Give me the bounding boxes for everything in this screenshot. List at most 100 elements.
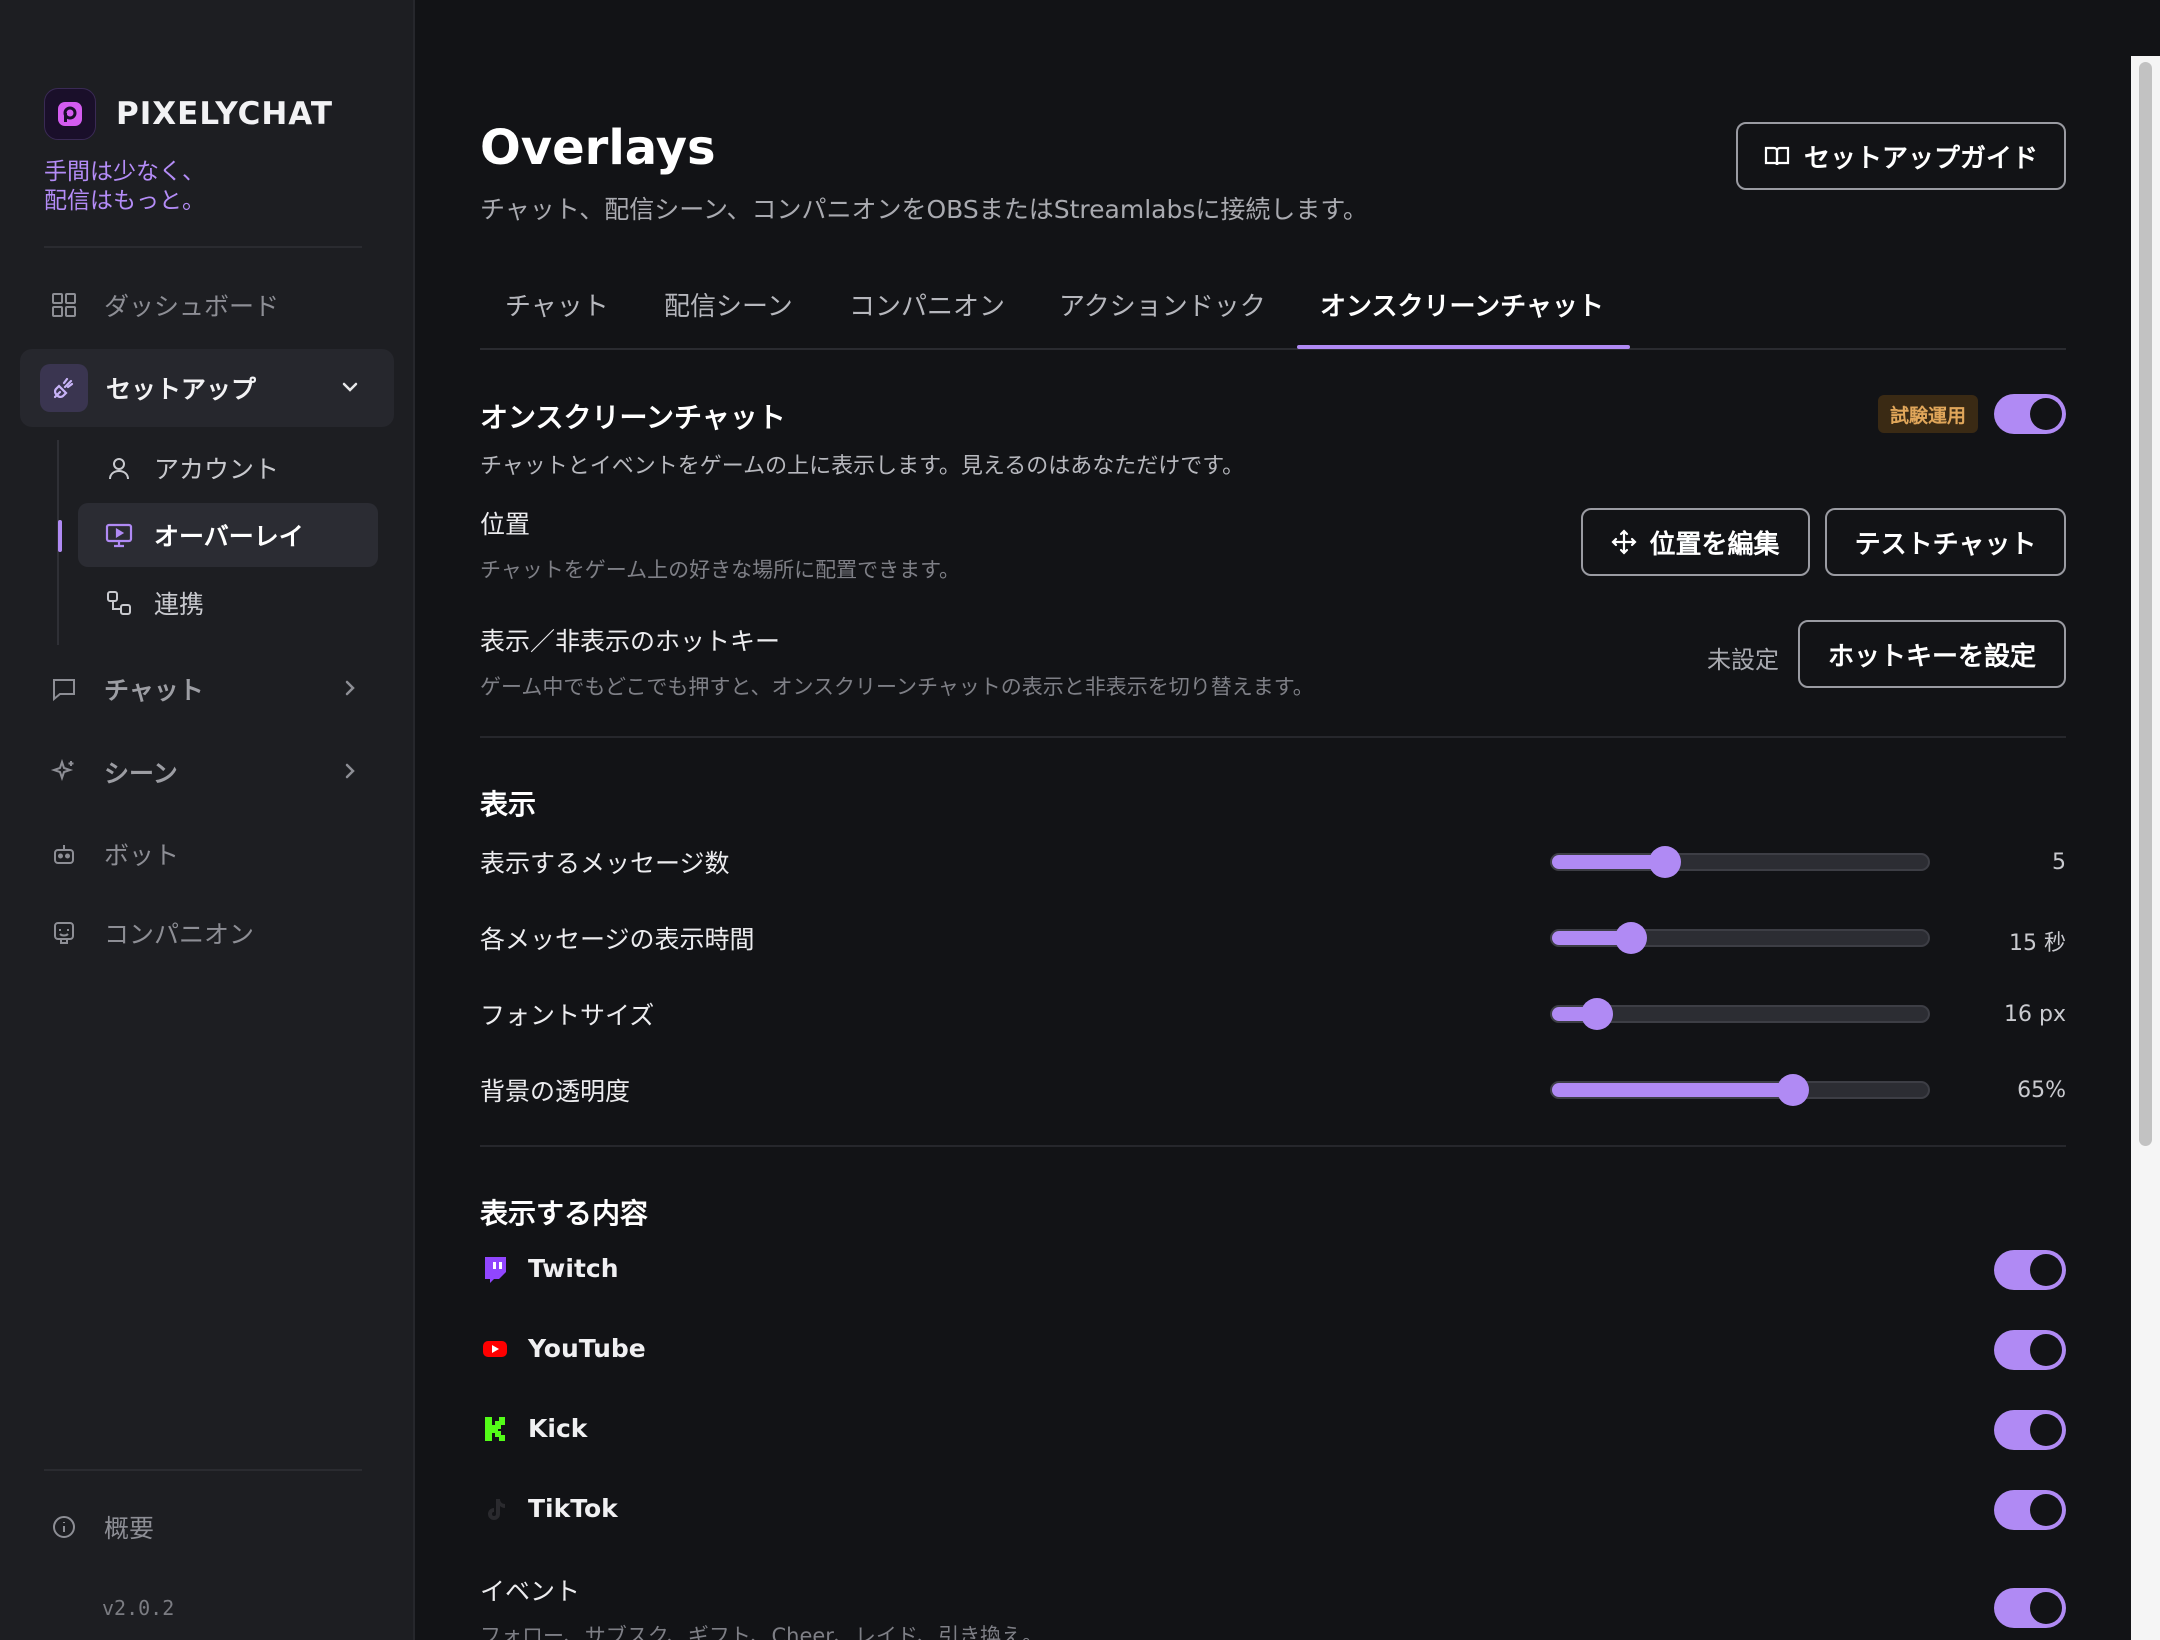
tagline-line-2: 配信はもっと。 [44, 188, 205, 214]
page-subtitle: チャット、配信シーン、コンパニオンをOBSまたはStreamlabsに接続します… [480, 195, 1368, 224]
duration-slider[interactable] [1550, 922, 1930, 954]
toggle-knob [2030, 398, 2062, 430]
sidebar-item-dashboard[interactable]: ダッシュボード [20, 266, 394, 344]
kick-toggle[interactable] [1994, 1410, 2066, 1450]
message-count-value: 5 [2052, 850, 2066, 875]
sidebar-item-integrations[interactable]: 連携 [78, 571, 378, 635]
slider-thumb[interactable] [1614, 922, 1647, 954]
tab-companion[interactable]: コンパニオン [849, 286, 1005, 323]
duration-value: 15 秒 [2009, 931, 2066, 956]
chevron-down-icon [338, 375, 362, 405]
bg-opacity-slider[interactable] [1550, 1074, 1930, 1106]
slider-label-message-count: 表示するメッセージ数 [480, 849, 730, 878]
slider-fill [1552, 855, 1665, 869]
toggle-knob [2030, 1592, 2062, 1624]
sidebar-item-label: ボット [104, 841, 180, 870]
edit-position-button[interactable]: 位置を編集 [1581, 508, 1810, 576]
position-label: 位置 [480, 510, 531, 539]
sidebar-item-label: シーン [104, 759, 178, 788]
slider-thumb[interactable] [1648, 846, 1681, 878]
bot-icon [48, 838, 80, 870]
toggle-knob [2030, 1414, 2062, 1446]
events-toggle[interactable] [1994, 1588, 2066, 1628]
sidebar-divider [44, 246, 362, 248]
font-size-slider[interactable] [1550, 998, 1930, 1030]
section-divider [480, 1145, 2066, 1147]
tab-stream-scenes[interactable]: 配信シーン [664, 286, 793, 323]
test-chat-button[interactable]: テストチャット [1825, 508, 2066, 576]
bg-opacity-value: 65% [2017, 1078, 2066, 1103]
kick-icon [480, 1414, 510, 1444]
sidebar-item-setup[interactable]: セットアップ [20, 349, 394, 427]
youtube-icon [480, 1334, 510, 1364]
slider-thumb[interactable] [1581, 998, 1614, 1030]
sidebar-divider [44, 1469, 362, 1471]
youtube-label: YouTube [528, 1334, 646, 1363]
position-description: チャットをゲーム上の好きな場所に配置できます。 [480, 558, 961, 582]
tiktok-icon [480, 1494, 510, 1524]
sidebar-item-about[interactable]: 概要 [20, 1488, 394, 1566]
sidebar-item-chat[interactable]: チャット [20, 650, 394, 728]
active-marker [58, 520, 62, 552]
setup-guide-label: セットアップガイド [1803, 143, 2038, 174]
active-tab-indicator [1297, 345, 1630, 349]
events-label: イベント [480, 1577, 581, 1606]
sidebar-item-scenes[interactable]: シーン [20, 733, 394, 811]
link-blocks-icon [104, 588, 134, 618]
hotkey-description: ゲーム中でもどこでも押すと、オンスクリーンチャットの表示と非表示を切り替えます。 [480, 675, 1314, 699]
toggle-knob [2030, 1334, 2062, 1366]
brand: PIXELYCHAT [44, 88, 333, 140]
book-open-icon [1764, 143, 1790, 169]
sidebar-item-overlay[interactable]: オーバーレイ [78, 503, 378, 567]
sidebar-item-label: アカウント [154, 455, 280, 484]
content-section-title: 表示する内容 [480, 1197, 649, 1230]
sparkles-icon [48, 756, 80, 788]
font-size-value: 16 px [2004, 1002, 2066, 1027]
slider-fill [1552, 1083, 1793, 1097]
grid-icon [48, 289, 80, 321]
scrollbar[interactable] [2131, 56, 2160, 1640]
slider-thumb[interactable] [1776, 1074, 1809, 1106]
tab-action-dock[interactable]: アクションドック [1059, 286, 1266, 323]
tiktok-label: TikTok [528, 1494, 618, 1523]
page-title: Overlays [480, 120, 716, 176]
chevron-right-icon [338, 759, 362, 789]
tab-chat[interactable]: チャット [505, 286, 609, 323]
set-hotkey-button[interactable]: ホットキーを設定 [1798, 620, 2066, 688]
onscreen-chat-description: チャットとイベントをゲームの上に表示します。見えるのはあなただけです。 [480, 454, 1245, 479]
youtube-toggle[interactable] [1994, 1330, 2066, 1370]
sidebar-item-label: チャット [104, 676, 204, 705]
sidebar-item-label: ダッシュボード [104, 292, 280, 321]
slider-label-duration: 各メッセージの表示時間 [480, 925, 755, 954]
slider-label-bg-opacity: 背景の透明度 [480, 1077, 631, 1106]
sidebar: PIXELYCHAT 手間は少なく、 配信はもっと。 ダッシュボード セットアッ… [0, 0, 415, 1640]
pixelychat-logo-icon [44, 88, 96, 140]
tab-bar: チャット 配信シーン コンパニオン アクションドック オンスクリーンチャット [480, 280, 2066, 350]
app-version: v2.0.2 [102, 1596, 175, 1620]
sidebar-item-label: 概要 [104, 1514, 155, 1543]
display-section-title: 表示 [480, 788, 537, 821]
sidebar-item-label: オーバーレイ [154, 522, 304, 551]
sidebar-item-companion[interactable]: コンパニオン [20, 894, 394, 972]
onscreen-chat-toggle[interactable] [1994, 394, 2066, 434]
twitch-toggle[interactable] [1994, 1250, 2066, 1290]
tab-onscreen-chat[interactable]: オンスクリーンチャット [1320, 286, 1604, 323]
message-count-slider[interactable] [1550, 846, 1930, 878]
tiktok-toggle[interactable] [1994, 1490, 2066, 1530]
hotkey-status: 未設定 [1707, 646, 1779, 674]
tagline: 手間は少なく、 配信はもっと。 [44, 158, 205, 216]
slider-label-font-size: フォントサイズ [480, 1001, 655, 1030]
brand-name: PIXELYCHAT [116, 96, 334, 132]
sidebar-item-account[interactable]: アカウント [78, 436, 378, 500]
user-icon [104, 453, 134, 483]
edit-position-label: 位置を編集 [1649, 529, 1780, 560]
kick-label: Kick [528, 1414, 588, 1443]
scrollbar-thumb[interactable] [2139, 62, 2152, 1146]
twitch-icon [480, 1255, 510, 1285]
message-square-icon [48, 673, 80, 705]
sidebar-item-label: コンパニオン [104, 920, 255, 949]
sidebar-item-bot[interactable]: ボット [20, 815, 394, 893]
setup-guide-button[interactable]: セットアップガイド [1736, 122, 2066, 190]
hotkey-label: 表示／非表示のホットキー [480, 627, 781, 656]
companion-icon [48, 917, 80, 949]
